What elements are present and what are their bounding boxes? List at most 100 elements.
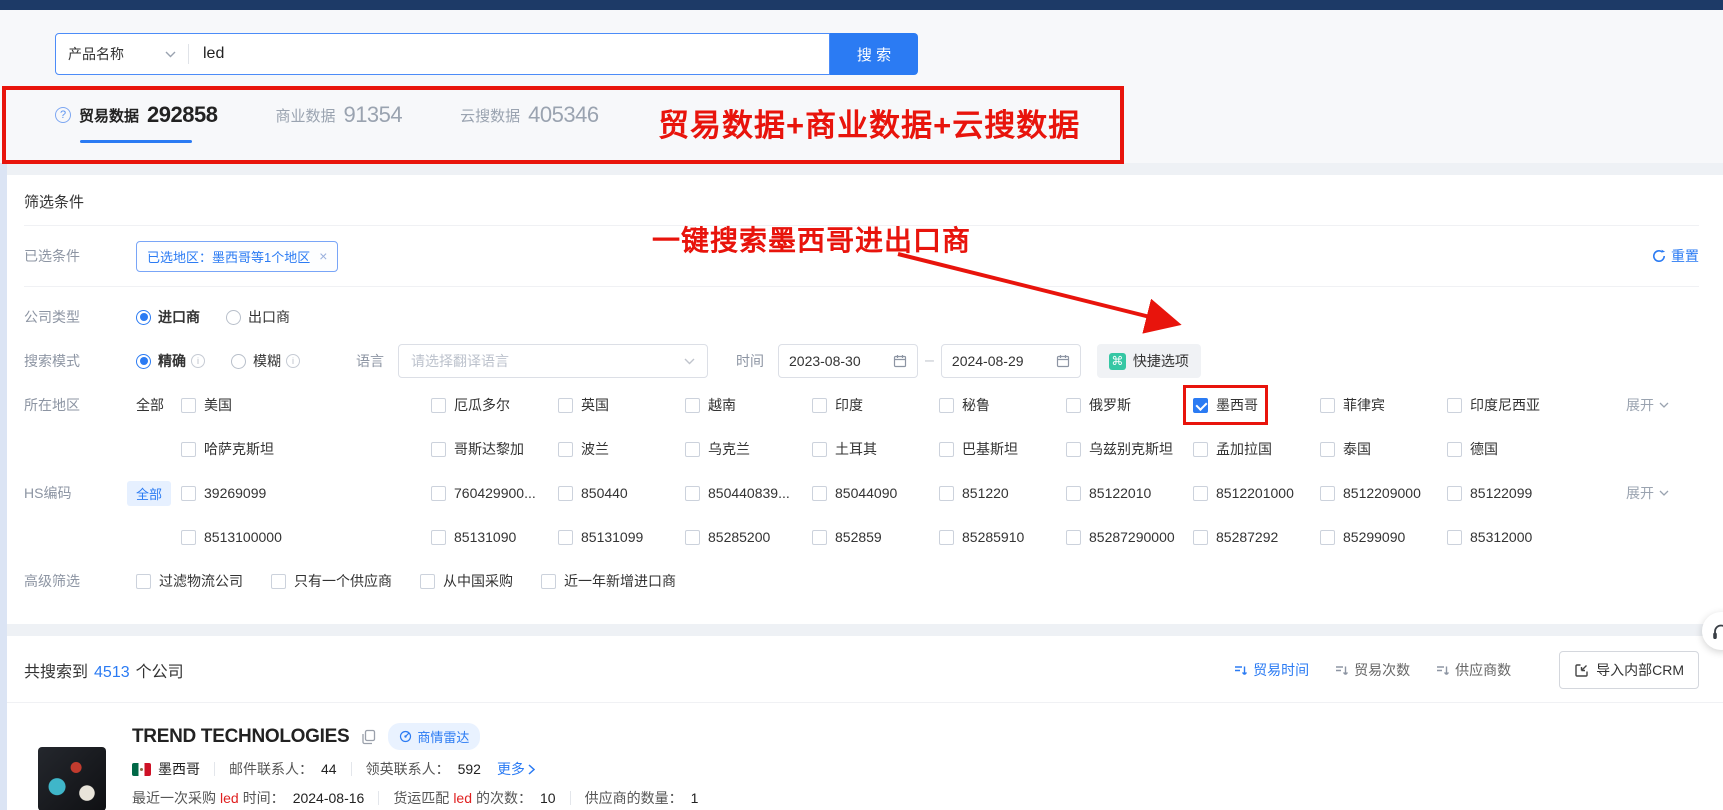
start-date-input[interactable]: 2023-08-30 xyxy=(778,344,918,378)
reset-button[interactable]: 重置 xyxy=(1652,246,1699,266)
hs-option[interactable]: 85131099 xyxy=(558,529,685,545)
checkbox-label: 哈萨克斯坦 xyxy=(204,439,274,459)
hs-option[interactable]: 851220 xyxy=(939,485,1066,501)
checkbox-label: 85122099 xyxy=(1470,485,1532,501)
search-category-dropdown[interactable]: 产品名称 xyxy=(56,44,188,64)
hs-expand-link[interactable]: 展开 xyxy=(1626,483,1699,503)
region-option[interactable]: 泰国 xyxy=(1320,439,1447,459)
region-option-mexico[interactable]: 墨西哥 xyxy=(1193,395,1320,415)
region-option[interactable]: 哥斯达黎加 xyxy=(431,439,558,459)
hs-option[interactable]: 8512209000 xyxy=(1320,485,1447,501)
region-option[interactable]: 土耳其 xyxy=(812,439,939,459)
more-link[interactable]: 更多 xyxy=(497,759,535,779)
refresh-icon xyxy=(1652,249,1666,263)
radio-fuzzy-mode[interactable]: 模糊 i xyxy=(231,351,300,371)
hs-option[interactable]: 850440839... xyxy=(685,485,812,501)
region-option[interactable]: 印度尼西亚 xyxy=(1447,395,1574,415)
sort-controls: 贸易时间 贸易次数 供应商数 导入内部CRM xyxy=(1234,651,1699,689)
radio-importer[interactable]: 进口商 xyxy=(136,307,200,327)
hs-option[interactable]: 85285910 xyxy=(939,529,1066,545)
region-option[interactable]: 厄瓜多尔 xyxy=(431,395,558,415)
advanced-option[interactable]: 过滤物流公司 xyxy=(136,571,243,591)
hs-option[interactable]: 85285200 xyxy=(685,529,812,545)
sort-supplier-count[interactable]: 供应商数 xyxy=(1436,660,1511,680)
checkbox-icon xyxy=(1193,486,1208,501)
region-option[interactable]: 菲律宾 xyxy=(1320,395,1447,415)
hs-option[interactable]: 85044090 xyxy=(812,485,939,501)
search-mode-row: 搜索模式 精确 i 模糊 i 语言 请选择翻译语言 时间 2023-08-30 xyxy=(24,344,1699,378)
tab-label: 贸易数据 xyxy=(79,105,139,126)
region-option[interactable]: 巴基斯坦 xyxy=(939,439,1066,459)
sort-trade-time[interactable]: 贸易时间 xyxy=(1234,660,1309,680)
advanced-option[interactable]: 只有一个供应商 xyxy=(271,571,392,591)
quick-options-label: 快捷选项 xyxy=(1133,351,1189,371)
hs-option[interactable]: 85122099 xyxy=(1447,485,1574,501)
advanced-option[interactable]: 近一年新增进口商 xyxy=(541,571,676,591)
hs-option[interactable]: 85312000 xyxy=(1447,529,1574,545)
end-date-input[interactable]: 2024-08-29 xyxy=(941,344,1081,378)
hs-option[interactable]: 85122010 xyxy=(1066,485,1193,501)
region-option[interactable]: 俄罗斯 xyxy=(1066,395,1193,415)
region-option[interactable]: 英国 xyxy=(558,395,685,415)
region-all-link[interactable]: 全部 xyxy=(136,395,181,415)
import-crm-button[interactable]: 导入内部CRM xyxy=(1559,651,1699,689)
radio-exact-mode[interactable]: 精确 i xyxy=(136,351,205,371)
hs-option[interactable]: 85287292 xyxy=(1193,529,1320,545)
hs-all-link[interactable]: 全部 xyxy=(136,481,181,506)
region-row-1: 所在地区 全部 美国 厄瓜多尔 英国 越南 印度 秘鲁 俄罗斯 墨西哥 菲律宾 … xyxy=(24,388,1699,422)
help-icon[interactable]: ? xyxy=(55,107,71,123)
language-select[interactable]: 请选择翻译语言 xyxy=(398,344,708,378)
checkbox-label: 850440 xyxy=(581,485,628,501)
company-thumbnail[interactable] xyxy=(38,747,106,810)
region-expand-link[interactable]: 展开 xyxy=(1626,395,1699,415)
checkbox-label: 8512201000 xyxy=(1216,485,1294,501)
hs-option[interactable]: 85131090 xyxy=(431,529,558,545)
divider xyxy=(24,286,1699,287)
copy-icon[interactable] xyxy=(361,729,376,745)
hs-option[interactable]: 8513100000 xyxy=(181,529,431,545)
region-option[interactable]: 波兰 xyxy=(558,439,685,459)
checkbox-label: 过滤物流公司 xyxy=(159,571,243,591)
radio-exporter[interactable]: 出口商 xyxy=(226,307,290,327)
region-option[interactable]: 乌克兰 xyxy=(685,439,812,459)
hs-option[interactable]: 760429900... xyxy=(431,485,558,501)
region-option[interactable]: 美国 xyxy=(181,395,431,415)
search-button[interactable]: 搜 索 xyxy=(830,33,918,75)
region-checkbox-grid: 美国 厄瓜多尔 英国 越南 印度 秘鲁 俄罗斯 墨西哥 菲律宾 印度尼西亚 展开 xyxy=(181,395,1699,415)
region-option[interactable]: 印度 xyxy=(812,395,939,415)
freight-prefix: 货运匹配 xyxy=(393,788,449,808)
quick-options-button[interactable]: ⌘ 快捷选项 xyxy=(1097,344,1201,378)
region-option[interactable]: 孟加拉国 xyxy=(1193,439,1320,459)
hs-option[interactable]: 39269099 xyxy=(181,485,431,501)
hs-option[interactable]: 85299090 xyxy=(1320,529,1447,545)
company-name[interactable]: TREND TECHNOLOGIES xyxy=(132,726,349,748)
region-option[interactable]: 越南 xyxy=(685,395,812,415)
region-option[interactable]: 德国 xyxy=(1447,439,1574,459)
checkbox-label: 美国 xyxy=(204,395,232,415)
business-radar-badge[interactable]: 商情雷达 xyxy=(388,723,480,750)
sort-trade-count[interactable]: 贸易次数 xyxy=(1335,660,1410,680)
region-option[interactable]: 乌兹别克斯坦 xyxy=(1066,439,1193,459)
info-icon[interactable]: i xyxy=(286,354,300,368)
row-label: 搜索模式 xyxy=(24,351,136,371)
checkbox-label: 厄瓜多尔 xyxy=(454,395,510,415)
radio-icon xyxy=(136,310,151,325)
hs-option[interactable]: 8512201000 xyxy=(1193,485,1320,501)
hs-option[interactable]: 850440 xyxy=(558,485,685,501)
region-option[interactable]: 秘鲁 xyxy=(939,395,1066,415)
search-input[interactable] xyxy=(189,45,829,63)
advanced-option[interactable]: 从中国采购 xyxy=(420,571,513,591)
tab-business-data[interactable]: 商业数据 91354 xyxy=(275,99,402,143)
divider xyxy=(214,762,215,776)
tab-cloud-search-data[interactable]: 云搜数据 405346 xyxy=(460,99,598,143)
close-icon[interactable]: × xyxy=(319,248,327,264)
hs-option[interactable]: 852859 xyxy=(812,529,939,545)
hs-option[interactable]: 85287290000 xyxy=(1066,529,1193,545)
selected-region-tag[interactable]: 已选地区：墨西哥等1个地区 × xyxy=(136,241,338,272)
chevron-right-icon xyxy=(528,764,535,775)
region-option[interactable]: 哈萨克斯坦 xyxy=(181,439,431,459)
checkbox-icon xyxy=(1320,486,1335,501)
tab-trade-data[interactable]: ? 贸易数据 292858 xyxy=(55,99,217,143)
tab-label: 云搜数据 xyxy=(460,105,520,126)
info-icon[interactable]: i xyxy=(191,354,205,368)
